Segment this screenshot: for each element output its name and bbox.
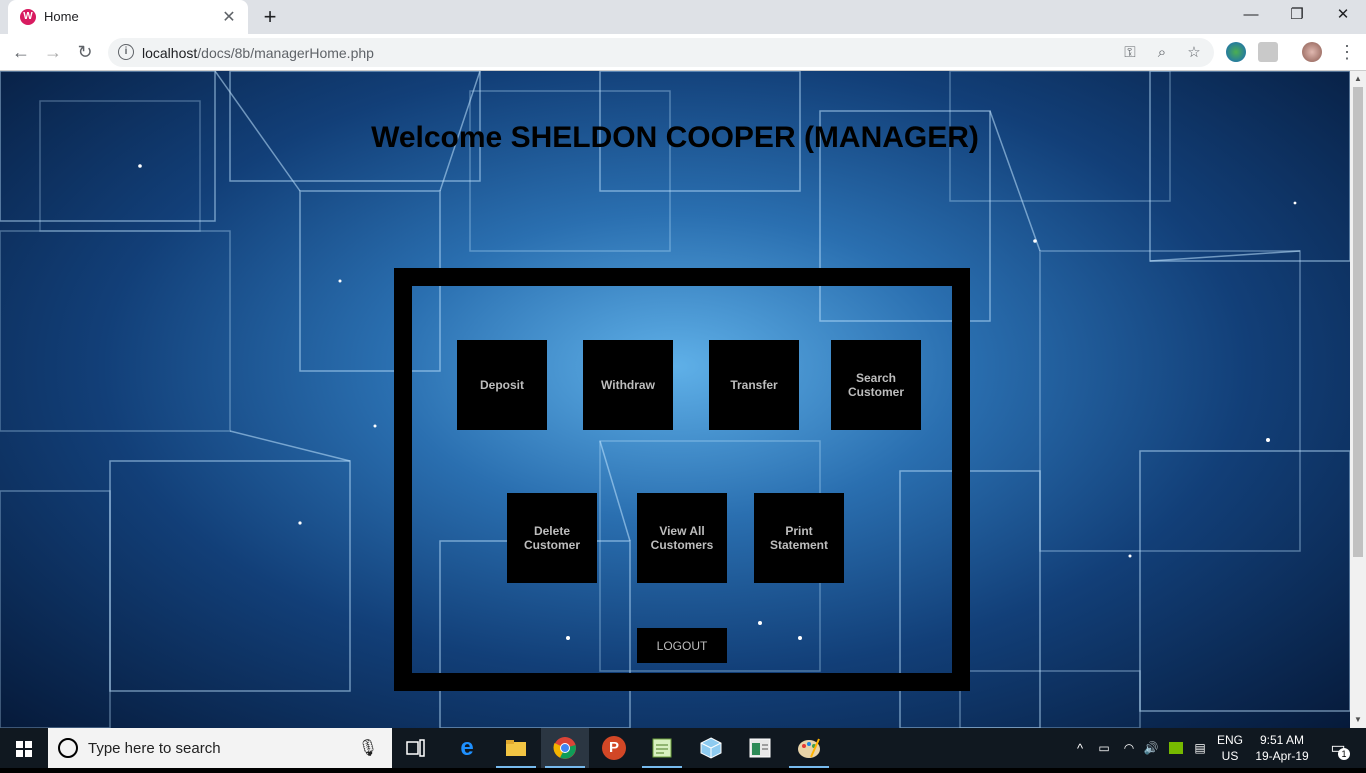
taskbar-notepad-plus[interactable]: [638, 728, 686, 768]
notepad-plus-icon: [652, 738, 672, 758]
url-host: localhost: [142, 45, 198, 61]
battery-icon[interactable]: ▭: [1094, 728, 1114, 768]
browser-menu-icon[interactable]: ⋮: [1334, 39, 1360, 65]
taskbar-powerpoint[interactable]: P: [590, 728, 638, 768]
site-info-icon[interactable]: i: [118, 44, 134, 60]
powerpoint-icon: P: [602, 736, 626, 760]
scroll-up-arrow-icon[interactable]: ▲: [1350, 72, 1366, 86]
cortana-icon: [58, 738, 78, 758]
taskbar-file-explorer[interactable]: [492, 728, 540, 768]
window-app-icon: [749, 738, 771, 758]
taskbar-search-box[interactable]: Type here to search 🎙: [48, 728, 392, 768]
extension-globe-icon[interactable]: [1226, 42, 1246, 62]
tab-bar: W Home ✕ + — ❐ ✕: [0, 0, 1366, 34]
language-indicator[interactable]: ENG US: [1212, 728, 1248, 768]
deposit-button[interactable]: Deposit: [457, 340, 547, 430]
clock[interactable]: 9:51 AM 19-Apr-19: [1250, 728, 1314, 768]
lang-top: ENG: [1216, 733, 1243, 747]
delete-customer-button[interactable]: Delete Customer: [507, 493, 597, 583]
tab-close-icon[interactable]: ✕: [220, 7, 238, 27]
close-window-button[interactable]: ✕: [1320, 0, 1366, 30]
task-view-button[interactable]: [392, 728, 440, 768]
browser-tab[interactable]: W Home ✕: [8, 0, 248, 34]
scroll-down-arrow-icon[interactable]: ▼: [1350, 713, 1366, 727]
bookmark-star-icon[interactable]: ☆: [1183, 42, 1205, 64]
microphone-icon[interactable]: 🎙: [358, 738, 378, 758]
reload-button[interactable]: ↻: [72, 39, 98, 65]
address-bar[interactable]: i localhost/docs/8b/managerHome.php ⚿ ⌕ …: [108, 38, 1214, 67]
back-button[interactable]: ←: [8, 39, 34, 65]
welcome-heading: Welcome SHELDON COOPER (MANAGER): [371, 121, 979, 154]
chrome-icon: [553, 737, 576, 759]
withdraw-button[interactable]: Withdraw: [583, 340, 673, 430]
manager-menu-panel: Deposit Withdraw Transfer Search Custome…: [394, 268, 970, 691]
print-statement-button[interactable]: Print Statement: [754, 493, 844, 583]
key-icon[interactable]: ⚿: [1119, 42, 1141, 64]
browser-toolbar: ← → ↻ i localhost/docs/8b/managerHome.ph…: [0, 34, 1366, 71]
show-hidden-icons-chevron-icon[interactable]: ^: [1070, 728, 1090, 768]
taskbar-chrome[interactable]: [541, 728, 589, 768]
taskbar-window-app[interactable]: [736, 728, 784, 768]
start-button[interactable]: [0, 728, 48, 768]
nvidia-icon[interactable]: [1165, 728, 1187, 768]
new-tab-button[interactable]: +: [258, 4, 282, 30]
page-scrollbar[interactable]: ▲ ▼: [1350, 71, 1366, 728]
restore-button[interactable]: ❐: [1274, 0, 1320, 30]
clock-date: 19-Apr-19: [1255, 749, 1309, 763]
volume-icon[interactable]: 🔊: [1140, 728, 1162, 768]
url-path: /docs/8b/managerHome.php: [197, 45, 374, 61]
taskbar-paint[interactable]: [785, 728, 833, 768]
taskbar-virtualbox[interactable]: [687, 728, 735, 768]
clock-time: 9:51 AM: [1259, 733, 1305, 747]
logout-button[interactable]: LOGOUT: [637, 628, 727, 663]
windows-logo-icon: [16, 741, 32, 757]
task-view-icon: [406, 739, 425, 757]
view-all-customers-button[interactable]: View All Customers: [637, 493, 727, 583]
cube-app-icon: [700, 737, 722, 759]
tab-title: Home: [44, 9, 79, 24]
extension-cube-icon[interactable]: [1258, 42, 1278, 62]
search-customer-button[interactable]: Search Customer: [831, 340, 921, 430]
lang-bottom: US: [1221, 749, 1239, 763]
url-text: localhost/docs/8b/managerHome.php: [142, 45, 374, 61]
notification-count: 1: [1338, 748, 1350, 760]
profile-avatar[interactable]: [1302, 42, 1322, 62]
zoom-icon[interactable]: ⌕: [1151, 42, 1173, 64]
minimize-button[interactable]: —: [1228, 0, 1274, 30]
action-center-button[interactable]: ▭ 1: [1318, 728, 1358, 768]
paint-palette-icon: [798, 738, 820, 758]
wamp-favicon-icon: W: [20, 9, 36, 25]
nvidia-square: [1169, 742, 1183, 754]
scroll-thumb[interactable]: [1353, 87, 1363, 557]
page-viewport: Welcome SHELDON COOPER (MANAGER) Deposit…: [0, 71, 1350, 728]
windows-taskbar: Type here to search 🎙 e P ^ ▭ ◠ 🔊 ▤ ENG …: [0, 728, 1366, 768]
keyboard-icon[interactable]: ▤: [1190, 728, 1210, 768]
taskbar-edge[interactable]: e: [443, 728, 491, 768]
edge-icon: e: [460, 734, 474, 761]
folder-icon: [506, 740, 526, 756]
search-placeholder: Type here to search: [88, 740, 221, 757]
wifi-icon[interactable]: ◠: [1118, 728, 1140, 768]
forward-button[interactable]: →: [40, 39, 66, 65]
transfer-button[interactable]: Transfer: [709, 340, 799, 430]
